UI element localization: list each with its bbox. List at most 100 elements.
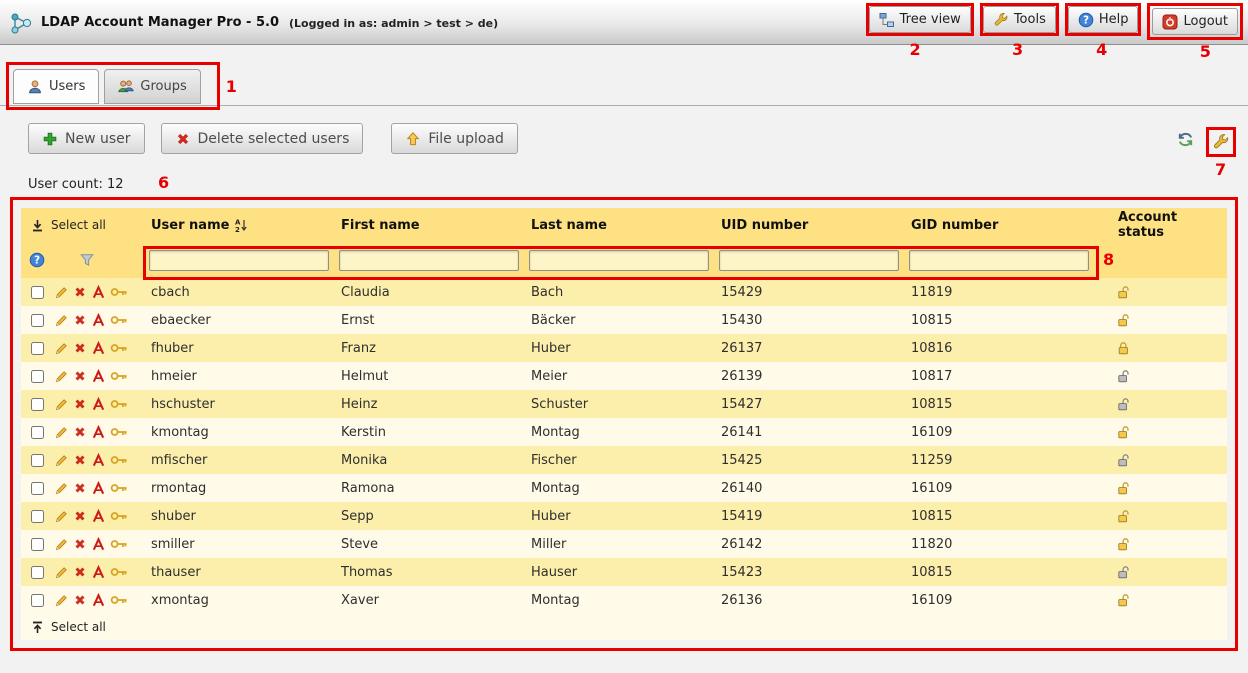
new-user-button[interactable]: New user [28,123,145,154]
row-checkbox[interactable] [31,510,44,523]
partially-locked-padlock-icon[interactable] [1116,369,1131,384]
help-button[interactable]: ? Help [1068,6,1139,33]
edit-pencil-icon[interactable] [54,313,69,328]
unlocked-padlock-icon[interactable] [1116,593,1131,608]
sort-icon[interactable]: A 2 [234,218,247,233]
user-name-cell[interactable]: ebaecker [149,313,339,328]
first-name-filter-input[interactable] [339,250,519,271]
unlocked-padlock-icon[interactable] [1116,509,1131,524]
locked-padlock-icon[interactable] [1116,341,1131,356]
delete-selected-users-button[interactable]: Delete selected users [161,123,364,154]
pdf-icon[interactable] [91,565,106,580]
tree-view-button[interactable]: Tree view [869,6,971,33]
delete-x-icon[interactable] [73,369,87,383]
row-checkbox[interactable] [31,482,44,495]
user-name-cell[interactable]: thauser [149,565,339,580]
password-key-icon[interactable] [110,481,128,495]
user-name-cell[interactable]: shuber [149,509,339,524]
logout-button[interactable]: Logout [1152,8,1238,35]
unlocked-padlock-icon[interactable] [1116,425,1131,440]
row-checkbox[interactable] [31,370,44,383]
edit-pencil-icon[interactable] [54,565,69,580]
row-checkbox[interactable] [31,566,44,579]
user-name-cell[interactable]: hmeier [149,369,339,384]
user-name-cell[interactable]: smiller [149,537,339,552]
partially-locked-padlock-icon[interactable] [1116,397,1131,412]
password-key-icon[interactable] [110,341,128,355]
delete-x-icon[interactable] [73,425,87,439]
row-checkbox[interactable] [31,286,44,299]
password-key-icon[interactable] [110,285,128,299]
unlocked-padlock-icon[interactable] [1116,537,1131,552]
delete-x-icon[interactable] [73,397,87,411]
edit-pencil-icon[interactable] [54,481,69,496]
password-key-icon[interactable] [110,509,128,523]
uid-number-filter-input[interactable] [719,250,899,271]
password-key-icon[interactable] [110,537,128,551]
user-name-filter-input[interactable] [149,250,329,271]
pdf-icon[interactable] [91,593,106,608]
pdf-icon[interactable] [91,537,106,552]
partially-locked-padlock-icon[interactable] [1116,565,1131,580]
row-checkbox[interactable] [31,342,44,355]
row-checkbox[interactable] [31,594,44,607]
user-name-cell[interactable]: kmontag [149,425,339,440]
refresh-icon[interactable] [1173,127,1197,151]
select-all-up-icon[interactable] [31,621,44,634]
row-checkbox[interactable] [31,398,44,411]
delete-x-icon[interactable] [73,593,87,607]
select-all-down-icon[interactable] [31,219,44,232]
password-key-icon[interactable] [110,593,128,607]
edit-pencil-icon[interactable] [54,341,69,356]
delete-x-icon[interactable] [73,537,87,551]
last-name-filter-input[interactable] [529,250,709,271]
edit-pencil-icon[interactable] [54,397,69,412]
edit-pencil-icon[interactable] [54,369,69,384]
user-name-cell[interactable]: mfischer [149,453,339,468]
pdf-icon[interactable] [91,369,106,384]
edit-pencil-icon[interactable] [54,453,69,468]
edit-pencil-icon[interactable] [54,593,69,608]
unlocked-padlock-icon[interactable] [1116,481,1131,496]
password-key-icon[interactable] [110,453,128,467]
user-name-cell[interactable]: cbach [149,285,339,300]
pdf-icon[interactable] [91,397,106,412]
table-settings-wrench-icon[interactable] [1209,130,1233,154]
delete-x-icon[interactable] [73,481,87,495]
column-header-user-name[interactable]: User name A 2 [149,218,339,233]
pdf-icon[interactable] [91,453,106,468]
partially-locked-padlock-icon[interactable] [1116,453,1131,468]
password-key-icon[interactable] [110,425,128,439]
pdf-icon[interactable] [91,509,106,524]
pdf-icon[interactable] [91,313,106,328]
filter-help-icon[interactable]: ? [29,252,45,268]
pdf-icon[interactable] [91,481,106,496]
row-checkbox[interactable] [31,538,44,551]
edit-pencil-icon[interactable] [54,509,69,524]
delete-x-icon[interactable] [73,313,87,327]
password-key-icon[interactable] [110,397,128,411]
edit-pencil-icon[interactable] [54,425,69,440]
delete-x-icon[interactable] [73,565,87,579]
delete-x-icon[interactable] [73,285,87,299]
password-key-icon[interactable] [110,313,128,327]
pdf-icon[interactable] [91,425,106,440]
pdf-icon[interactable] [91,341,106,356]
pdf-icon[interactable] [91,285,106,300]
row-checkbox[interactable] [31,454,44,467]
tab-groups[interactable]: Groups [104,69,200,104]
user-name-cell[interactable]: hschuster [149,397,339,412]
delete-x-icon[interactable] [73,341,87,355]
edit-pencil-icon[interactable] [54,537,69,552]
row-checkbox[interactable] [31,314,44,327]
filter-funnel-icon[interactable] [79,252,95,268]
user-name-cell[interactable]: rmontag [149,481,339,496]
file-upload-button[interactable]: File upload [391,123,518,154]
password-key-icon[interactable] [110,369,128,383]
password-key-icon[interactable] [110,565,128,579]
select-all-bottom-label[interactable]: Select all [51,620,106,634]
tools-button[interactable]: Tools [983,6,1056,33]
unlocked-padlock-icon[interactable] [1116,285,1131,300]
edit-pencil-icon[interactable] [54,285,69,300]
tab-users[interactable]: Users [13,69,99,104]
